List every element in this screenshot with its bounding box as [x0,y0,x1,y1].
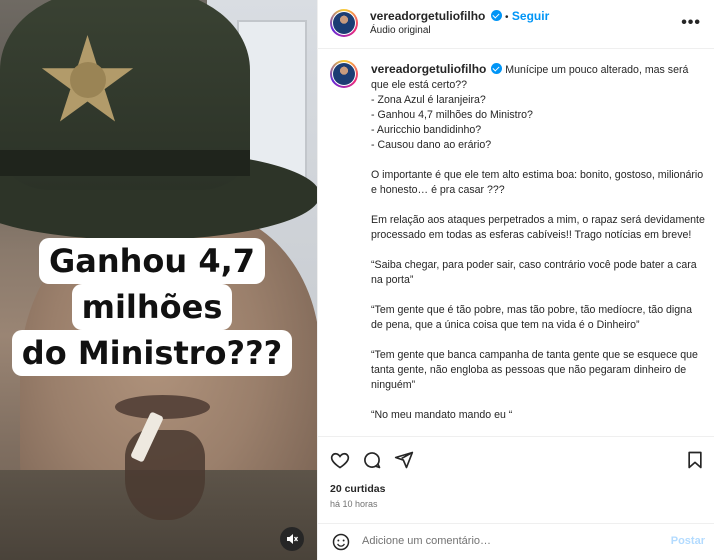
separator-dot: • [505,12,509,23]
video-overlay-text: Ganhou 4,7 milhões do Ministro??? [6,238,298,376]
sheriff-star-center [70,62,106,98]
overlay-line-1: Ganhou 4,7 [38,238,265,284]
audio-label[interactable]: Áudio original [370,25,431,36]
more-icon[interactable]: ••• [681,14,701,32]
caption-avatar[interactable] [330,60,358,88]
post-side-panel: vereadorgetuliofilho • Seguir Áudio orig… [317,0,714,560]
caption-area: vereadorgetuliofilho Munícipe um pouco a… [318,50,714,436]
post-header: vereadorgetuliofilho • Seguir Áudio orig… [318,0,714,49]
caption-paragraph: “Tem gente que é tão pobre, mas tão pobr… [371,304,692,331]
caption-list-item: - Ganhou 4,7 milhões do Ministro? [371,109,533,121]
comment-icon[interactable] [362,450,382,470]
hat-band [0,150,250,176]
follow-button[interactable]: Seguir [512,9,549,23]
author-username[interactable]: vereadorgetuliofilho [370,9,485,23]
caption-paragraph: “Tem gente que banca campanha de tanta g… [371,349,698,391]
heart-icon[interactable] [330,450,350,470]
comment-bar: Postar [318,523,714,560]
bookmark-icon[interactable] [685,450,705,470]
verified-icon [491,63,503,74]
caption-paragraph: “No meu mandato mando eu “ [371,409,513,421]
caption-paragraph: “Saiba chegar, para poder sair, caso con… [371,259,697,286]
post-media[interactable]: Ganhou 4,7 milhões do Ministro??? [0,0,317,560]
share-icon[interactable] [394,450,414,470]
post-time[interactable]: há 10 horas [330,499,378,509]
caption-paragraph: O importante é que ele tem alto estima b… [371,169,704,196]
overlay-line-3: do Ministro??? [11,330,293,376]
verified-icon [490,10,502,21]
likes-count[interactable]: 20 curtidas [330,483,385,495]
comment-input[interactable] [362,535,642,547]
author-avatar[interactable] [330,9,358,37]
emoji-icon[interactable] [332,533,350,551]
caption-username[interactable]: vereadorgetuliofilho [371,62,486,76]
mute-button[interactable] [280,527,304,551]
caption-text: vereadorgetuliofilho Munícipe um pouco a… [371,62,706,436]
mute-icon [287,534,299,544]
overlay-line-2: milhões [71,284,233,330]
mouth [115,395,210,419]
caption-list-item: - Auricchio bandidinho? [371,124,482,136]
caption-list-item: - Causou dano ao erário? [371,139,492,151]
caption-list-item: - Zona Azul é laranjeira? [371,94,486,106]
caption-paragraph: Em relação aos ataques perpetrados a mim… [371,214,705,241]
post-comment-button[interactable]: Postar [671,535,705,547]
